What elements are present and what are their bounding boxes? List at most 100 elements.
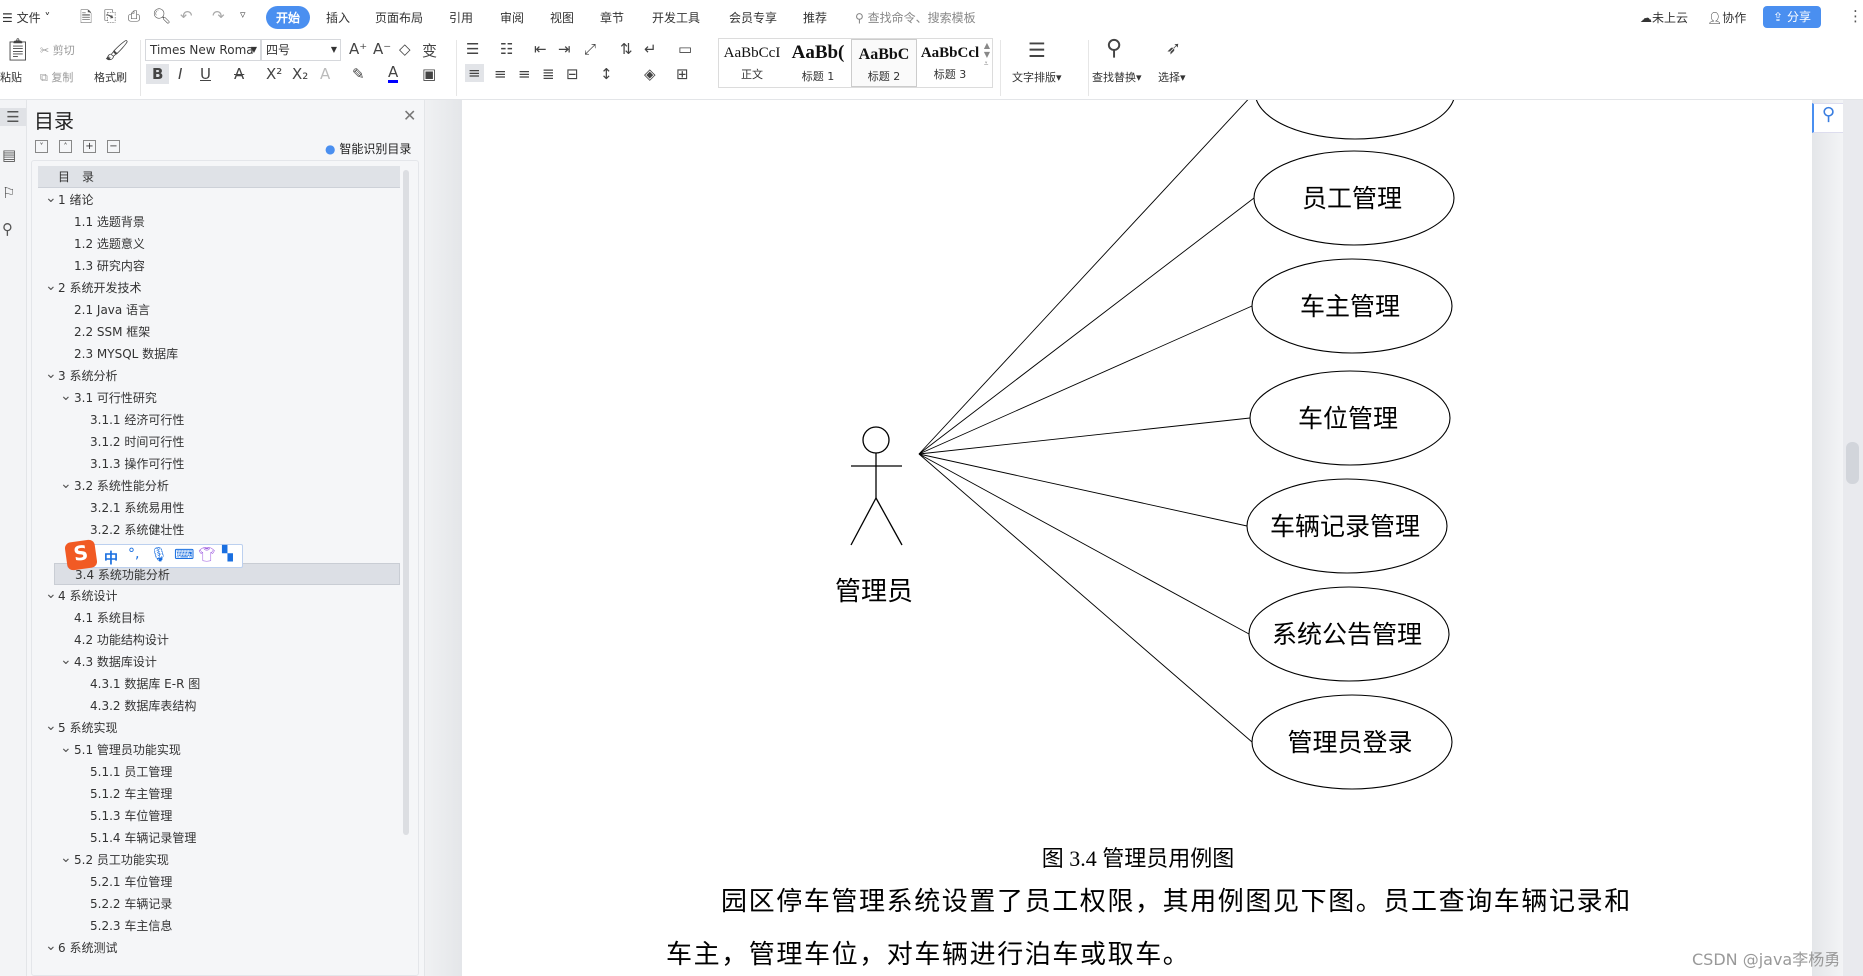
search-icon[interactable]: ⚲ <box>2 220 13 238</box>
bold-icon[interactable]: B <box>146 64 170 84</box>
align-right-icon[interactable]: ≡ <box>518 65 531 83</box>
toc-item[interactable]: 5.2.1 车位管理 <box>90 871 172 893</box>
save-icon[interactable]: 🗎 <box>80 7 92 32</box>
toc-item[interactable]: 3.1.2 时间可行性 <box>90 431 184 453</box>
paste-icon[interactable]: 📋︎ <box>4 38 32 63</box>
style-normal[interactable]: AaBbCcI 正文 <box>719 39 785 87</box>
add-level-icon[interactable]: + <box>83 140 96 153</box>
grow-font-icon[interactable]: A⁺ <box>349 40 367 58</box>
chapter-icon[interactable]: ▤ <box>2 146 16 164</box>
print-icon[interactable]: ⎙ <box>128 7 140 25</box>
cut-button[interactable]: ✂ 剪切 <box>40 42 75 58</box>
sogou-logo[interactable]: S <box>64 539 98 571</box>
style-heading-2[interactable]: AaBbC 标题 2 <box>851 39 917 87</box>
tab-section[interactable]: 章节 <box>600 9 624 26</box>
underline-icon[interactable]: U <box>200 65 211 83</box>
highlight-icon[interactable]: ✎ <box>352 65 365 83</box>
bookmark-icon[interactable]: ⚐ <box>2 184 15 202</box>
quick-access-dropdown-icon[interactable]: ▿ <box>240 8 246 21</box>
toc-item[interactable]: 5.2.3 车主信息 <box>90 915 172 937</box>
chevron-down-icon[interactable]: ⌄ <box>45 190 57 206</box>
paste-button[interactable]: 粘贴 <box>0 69 22 85</box>
cursor-icon[interactable]: ➶ <box>1166 38 1181 59</box>
toc-item[interactable]: 3.1.3 操作可行性 <box>90 453 184 475</box>
borders-icon[interactable]: ⊞ <box>676 65 689 83</box>
toc-item[interactable]: 2.3 MYSQL 数据库 <box>74 343 178 365</box>
toc-item[interactable]: 4.3.1 数据库 E-R 图 <box>90 673 200 695</box>
cloud-status[interactable]: ☁未上云 <box>1640 9 1688 26</box>
paragraph-mark-icon[interactable]: ↵ <box>644 40 657 58</box>
punctuation-icon[interactable]: °, <box>128 546 139 562</box>
find-icon[interactable]: ⚲ <box>1106 36 1122 61</box>
close-icon[interactable]: ✕ <box>403 106 416 125</box>
chevron-down-icon[interactable]: ⌄ <box>60 476 72 492</box>
format-painter-button[interactable]: 格式刷 <box>94 69 127 85</box>
toc-item[interactable]: 4.3.2 数据库表结构 <box>90 695 196 717</box>
toc-item[interactable]: 5 系统实现 <box>58 717 117 739</box>
tab-review[interactable]: 审阅 <box>500 9 524 26</box>
microphone-icon[interactable]: 🎙︎ <box>150 547 168 563</box>
tab-developer[interactable]: 开发工具 <box>652 9 700 26</box>
shrink-font-icon[interactable]: A⁻ <box>373 40 391 58</box>
tab-page-layout[interactable]: 页面布局 <box>375 9 423 26</box>
font-name-select[interactable]: Times New Roma ▼ <box>145 39 261 61</box>
toc-item[interactable]: 5.2 员工功能实现 <box>74 849 169 871</box>
toc-item[interactable]: 3.2.1 系统易用性 <box>90 497 184 519</box>
text-layout-button[interactable]: 文字排版▾ <box>1012 69 1062 85</box>
toc-item[interactable]: 2.1 Java 语言 <box>74 299 150 321</box>
toc-item[interactable]: 1.1 选题背景 <box>74 211 145 233</box>
chevron-down-icon[interactable]: ⌄ <box>45 586 57 602</box>
chevron-down-icon[interactable]: ⌄ <box>45 938 57 954</box>
numbering-icon[interactable]: ☷ <box>500 40 513 58</box>
toc-item[interactable]: 1.3 研究内容 <box>74 255 145 277</box>
ruler-icon[interactable]: ▭ <box>678 40 692 58</box>
collapse-all-icon[interactable]: ˄ <box>59 140 72 153</box>
collab-button[interactable]: 👤︎协作 <box>1707 9 1746 26</box>
print-preview-icon[interactable]: 🔍︎ <box>152 7 171 25</box>
skin-icon[interactable]: 👕︎ <box>198 547 216 563</box>
shading-icon[interactable]: ◈ <box>644 65 656 83</box>
char-border-icon[interactable]: ▣ <box>422 65 436 83</box>
toc-item[interactable]: 3 系统分析 <box>58 365 117 387</box>
redo-icon[interactable]: ↷ <box>212 7 225 25</box>
undo-icon[interactable]: ↶ <box>180 7 193 25</box>
export-icon[interactable]: ⎘ <box>104 7 116 25</box>
expand-all-icon[interactable]: ˅ <box>35 140 48 153</box>
line-spacing-icon[interactable]: ↕ <box>600 65 613 83</box>
toc-item[interactable]: 1.2 选题意义 <box>74 233 145 255</box>
scroll-thumb[interactable] <box>1846 442 1859 484</box>
toc-item[interactable]: 5.1.2 车主管理 <box>90 783 172 805</box>
command-search[interactable]: ⚲ 查找命令、搜索模板 <box>855 9 976 26</box>
text-layout-icon[interactable]: ☰ <box>1028 38 1046 62</box>
location-pin-icon[interactable]: ⚲ <box>1812 103 1844 133</box>
justify-icon[interactable]: ≣ <box>542 65 555 83</box>
bullets-icon[interactable]: ☰ <box>466 40 479 58</box>
toc-item[interactable]: 4.1 系统目标 <box>74 607 145 629</box>
toc-item[interactable]: 2.2 SSM 框架 <box>74 321 150 343</box>
toc-item[interactable]: 5.2.2 车辆记录 <box>90 893 172 915</box>
style-heading-3[interactable]: AaBbCcl 标题 3 <box>917 39 983 87</box>
toc-item[interactable]: 3.1.1 经济可行性 <box>90 409 184 431</box>
find-replace-button[interactable]: 查找替换▾ <box>1092 69 1142 85</box>
toc-item[interactable]: 5.1.3 车位管理 <box>90 805 172 827</box>
toc-item[interactable]: 5.1.1 员工管理 <box>90 761 172 783</box>
phonetic-icon[interactable]: 变 <box>422 40 437 61</box>
toc-item[interactable]: 4.2 功能结构设计 <box>74 629 169 651</box>
smart-toc-button[interactable]: ● 智能识别目录 <box>325 140 411 157</box>
font-color-icon[interactable]: A <box>388 65 399 83</box>
vertical-scrollbar[interactable] <box>1843 100 1863 976</box>
toc-item[interactable]: 6 系统测试 <box>58 937 117 959</box>
select-button[interactable]: 选择▾ <box>1158 69 1186 85</box>
copy-button[interactable]: ⧉ 复制 <box>40 69 73 85</box>
outdent-icon[interactable]: ⇤ <box>534 40 547 58</box>
toc-item[interactable]: 4 系统设计 <box>58 585 117 607</box>
gallery-scroll-icon[interactable]: ▲ ▼ ⩡ <box>984 41 990 69</box>
toc-item[interactable]: 5.1.4 车辆记录管理 <box>90 827 196 849</box>
align-center-icon[interactable]: ≡ <box>494 65 507 83</box>
remove-level-icon[interactable]: − <box>107 140 120 153</box>
format-painter-icon[interactable]: 🖌︎ <box>104 38 129 62</box>
chevron-down-icon[interactable]: ⌄ <box>60 740 72 756</box>
superscript-icon[interactable]: X² <box>266 65 282 83</box>
align-left-icon[interactable]: ≡ <box>465 64 484 82</box>
chevron-down-icon[interactable]: ⌄ <box>45 278 57 294</box>
